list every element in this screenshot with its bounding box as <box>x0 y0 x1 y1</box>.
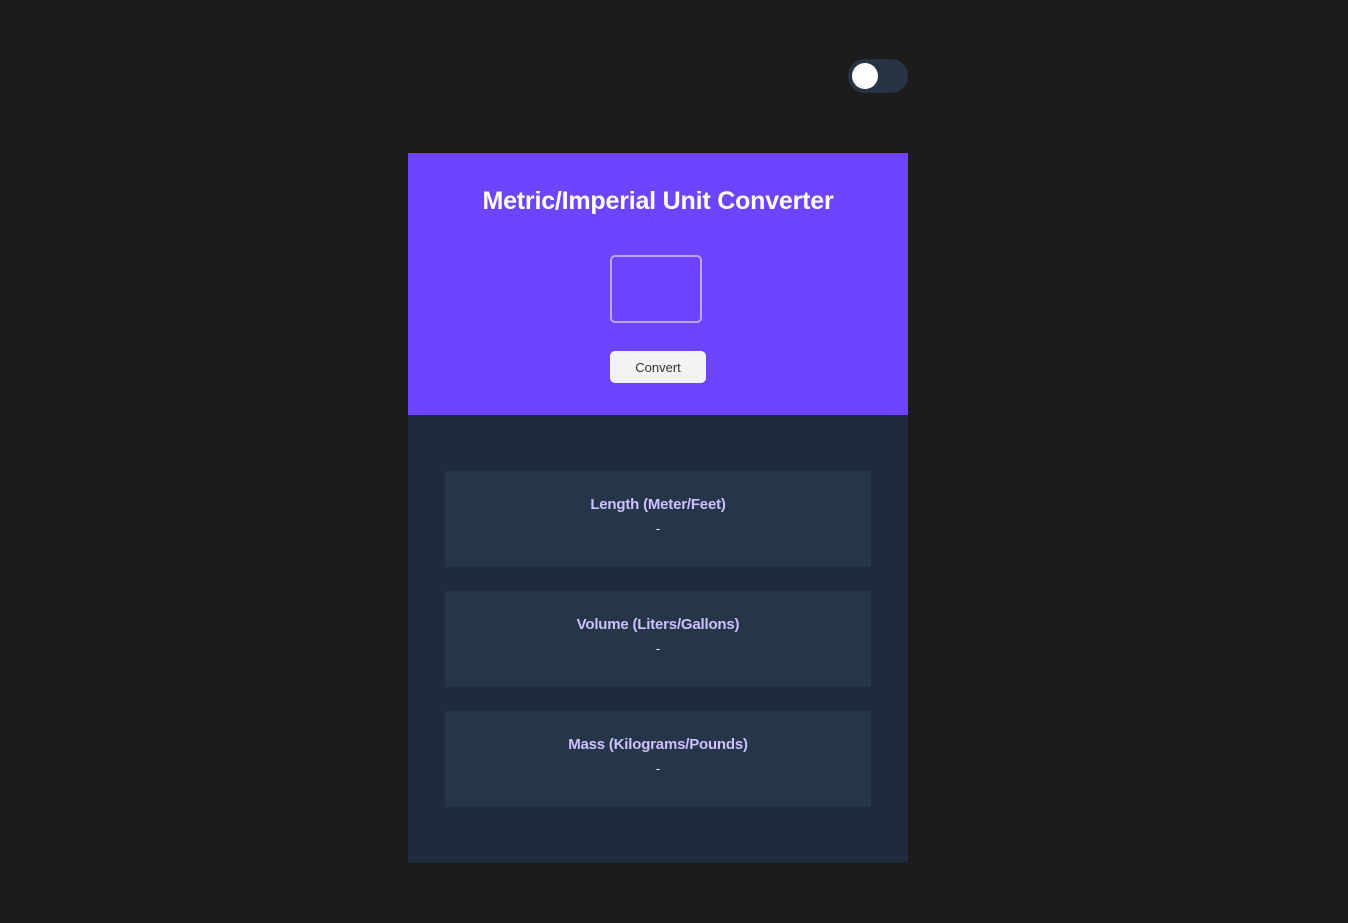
result-card-mass: Mass (Kilograms/Pounds) - <box>445 711 871 807</box>
result-title-length: Length (Meter/Feet) <box>590 496 726 513</box>
converter-app: Metric/Imperial Unit Converter Convert L… <box>408 153 908 863</box>
result-value-volume: - <box>655 641 661 656</box>
result-card-volume: Volume (Liters/Gallons) - <box>445 591 871 687</box>
result-value-mass: - <box>655 761 661 776</box>
converter-header: Metric/Imperial Unit Converter Convert <box>408 153 908 415</box>
convert-button[interactable]: Convert <box>610 351 706 383</box>
value-input[interactable] <box>610 255 702 323</box>
result-title-mass: Mass (Kilograms/Pounds) <box>568 736 748 753</box>
theme-toggle-knob <box>852 63 878 89</box>
results-list: Length (Meter/Feet) - Volume (Liters/Gal… <box>445 471 871 831</box>
result-title-volume: Volume (Liters/Gallons) <box>576 616 740 633</box>
result-value-length: - <box>655 521 661 536</box>
result-card-length: Length (Meter/Feet) - <box>445 471 871 567</box>
page-title: Metric/Imperial Unit Converter <box>482 187 834 215</box>
theme-toggle[interactable] <box>848 59 908 93</box>
